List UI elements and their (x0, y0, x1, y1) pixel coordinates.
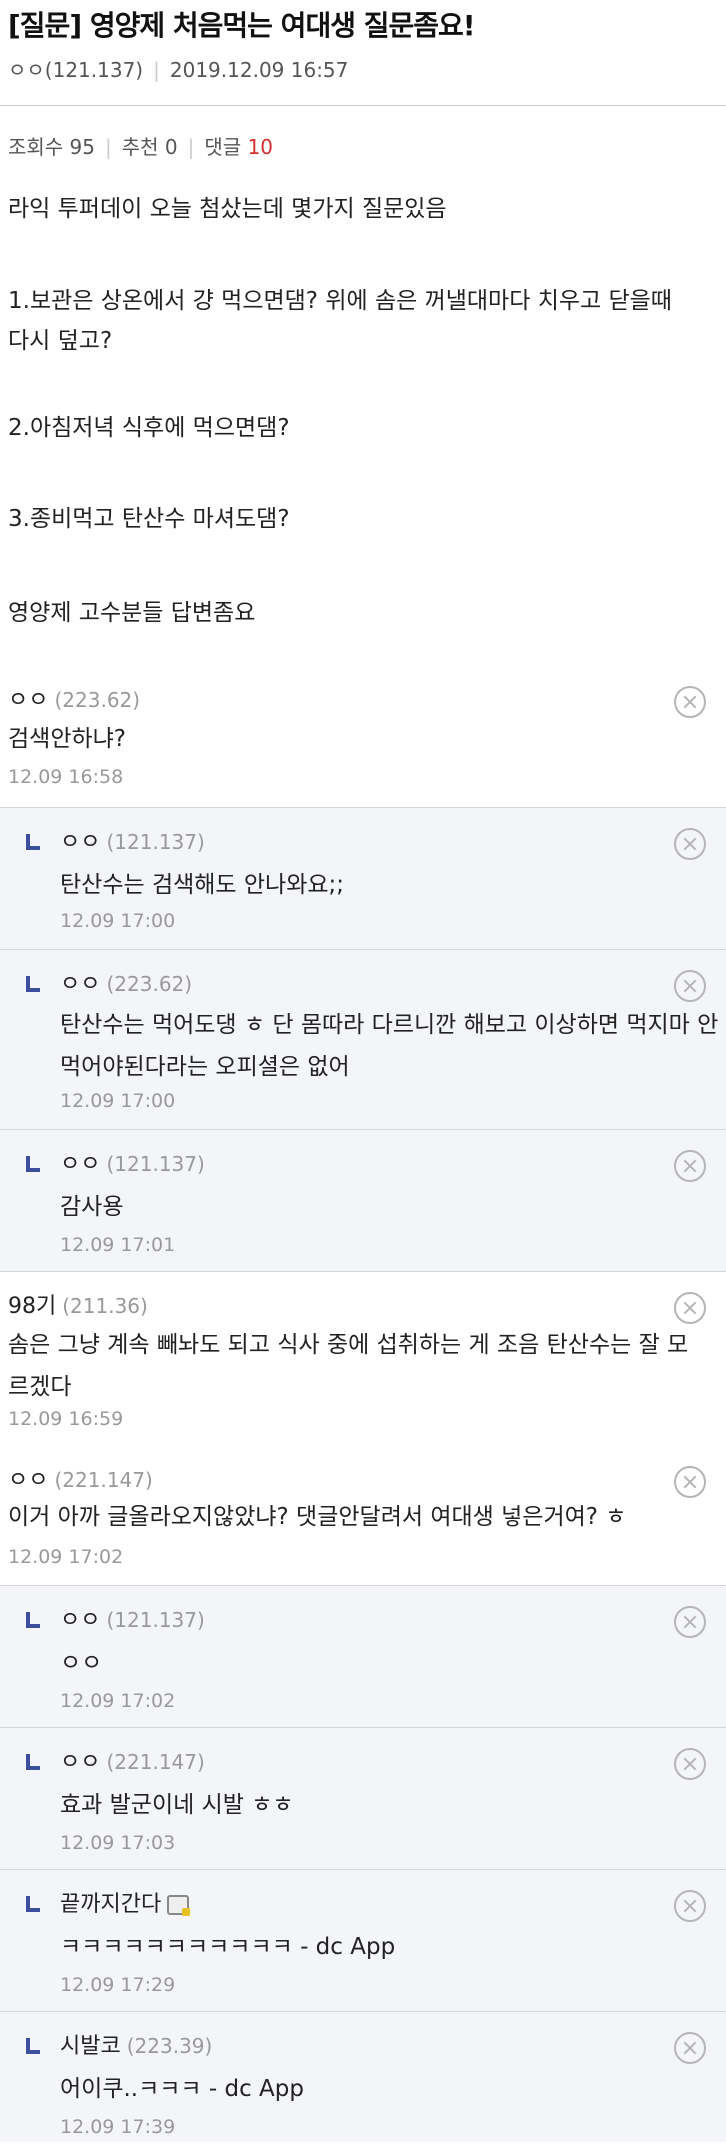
delete-comment-icon[interactable] (674, 970, 706, 1002)
comment-date: 12.09 16:59 (8, 1408, 124, 1430)
meta-divider: | (153, 58, 160, 82)
views-count: 조회수 95 (8, 135, 96, 159)
comment-item: ㅇㅇ (221.147) 이거 아까 글올라오지않았냐? 댓글안달려서 여대생 넣… (0, 1450, 726, 1586)
comment-text: 어이쿠..ㅋㅋㅋ - dc App (60, 2076, 304, 2102)
reply-item: ㅇㅇ (121.137) 감사용 12.09 17:01 (0, 1130, 726, 1272)
reply-arrow-icon (26, 1896, 40, 1912)
reply-item: ㅇㅇ (121.137) ㅇㅇ 12.09 17:02 (0, 1586, 726, 1728)
delete-comment-icon[interactable] (674, 1890, 706, 1922)
post-header: [질문] 영양제 처음먹는 여대생 질문좀요! ㅇㅇ(121.137) | 2019… (0, 0, 726, 106)
comment-date: 12.09 17:00 (60, 910, 176, 932)
reply-arrow-icon (26, 976, 40, 992)
reply-item: 끝까지간다 ㅋㅋㅋㅋㅋㅋㅋㅋㅋㅋㅋ - dc App 12.09 17:29 (0, 1870, 726, 2012)
comment-text: ㅇㅇ (60, 1650, 103, 1676)
comment-text: 감사용 (60, 1194, 124, 1220)
post-body-line: 라익 투퍼데이 오늘 첨샀는데 몇가지 질문있음 (8, 196, 447, 222)
comment-date: 12.09 17:02 (8, 1546, 124, 1568)
comment-text: 효과 발군이네 시발 ㅎㅎ (60, 1792, 294, 1818)
comment-text: 탄산수는 먹어도댕 ㅎ 단 몸따라 다르니깐 해보고 이상하면 먹지마 안먹어야… (60, 1012, 719, 1080)
post-body-line: 영양제 고수분들 답변좀요 (8, 600, 256, 626)
comment-author[interactable]: ㅇㅇ (221.147) (8, 1462, 153, 1494)
comment-list: ㅇㅇ (223.62) 검색안하냐? 12.09 16:58 ㅇㅇ (121.137… (0, 664, 726, 2142)
delete-comment-icon[interactable] (674, 2032, 706, 2064)
stats-divider: | (105, 135, 112, 159)
post-title: [질문] 영양제 처음먹는 여대생 질문좀요! (8, 9, 476, 42)
comment-author[interactable]: 끝까지간다 (60, 1886, 191, 1918)
app-icon (167, 1895, 191, 1916)
delete-comment-icon[interactable] (674, 1748, 706, 1780)
comment-item: ㅇㅇ (223.62) 검색안하냐? 12.09 16:58 (0, 664, 726, 808)
stats-divider: | (187, 135, 195, 159)
comment-text: 검색안하냐? (8, 726, 127, 752)
comment-item: 98기 (211.36) 솜은 그냥 계속 빼놔도 되고 식사 중에 섭취하는 게… (0, 1272, 726, 1450)
reply-item: ㅇㅇ (221.147) 효과 발군이네 시발 ㅎㅎ 12.09 17:03 (0, 1728, 726, 1870)
comment-date: 12.09 16:58 (8, 766, 124, 788)
comment-text: 이거 아까 글올라오지않았냐? 댓글안달려서 여대생 넣은거여? ㅎ (8, 1504, 627, 1530)
post-stats: 조회수 95 | 추천 0 | 댓글 10 (8, 131, 273, 160)
post-body-line: 2.아침저녁 식후에 먹으면댐? (8, 415, 290, 441)
comment-date: 12.09 17:39 (60, 2116, 176, 2138)
comment-date: 12.09 17:00 (60, 1090, 176, 1112)
reply-item: ㅇㅇ (121.137) 탄산수는 검색해도 안나와요;; 12.09 17:00 (0, 808, 726, 950)
comment-date: 12.09 17:29 (60, 1974, 176, 1996)
comment-author[interactable]: ㅇㅇ (223.62) (8, 682, 140, 714)
post-body-line: 3.종비먹고 탄산수 마셔도댐? (8, 506, 290, 532)
comment-author[interactable]: 98기 (211.36) (8, 1288, 148, 1320)
delete-comment-icon[interactable] (674, 828, 706, 860)
comment-author[interactable]: ㅇㅇ (223.62) (60, 966, 192, 998)
delete-comment-icon[interactable] (674, 1292, 706, 1324)
post-body-line: 다시 덮고? (8, 328, 113, 354)
reply-arrow-icon (26, 2038, 40, 2054)
reply-arrow-icon (26, 1754, 40, 1770)
comment-text: 탄산수는 검색해도 안나와요;; (60, 872, 345, 898)
comment-author[interactable]: ㅇㅇ (121.137) (60, 1146, 205, 1178)
post-author[interactable]: ㅇㅇ(121.137) (8, 58, 143, 82)
comment-author[interactable]: ㅇㅇ (221.147) (60, 1744, 205, 1776)
comment-author[interactable]: ㅇㅇ (121.137) (60, 1602, 205, 1634)
comment-author[interactable]: ㅇㅇ (121.137) (60, 824, 205, 856)
reply-arrow-icon (26, 1612, 40, 1628)
comment-date: 12.09 17:02 (60, 1690, 176, 1712)
reply-arrow-icon (26, 834, 40, 850)
post-meta: ㅇㅇ(121.137) | 2019.12.09 16:57 (8, 54, 348, 83)
comments-label: 댓글 (204, 135, 242, 159)
delete-comment-icon[interactable] (674, 1606, 706, 1638)
comment-date: 12.09 17:03 (60, 1832, 176, 1854)
comment-text: 솜은 그냥 계속 빼놔도 되고 식사 중에 섭취하는 게 조음 탄산수는 잘 모… (8, 1332, 689, 1400)
reply-arrow-icon (26, 1156, 40, 1172)
comment-text: ㅋㅋㅋㅋㅋㅋㅋㅋㅋㅋㅋ - dc App (60, 1934, 396, 1960)
comment-author[interactable]: 시발코 (223.39) (60, 2028, 212, 2060)
delete-comment-icon[interactable] (674, 1466, 706, 1498)
recommend-count: 추천 0 (121, 135, 178, 159)
delete-comment-icon[interactable] (674, 1150, 706, 1182)
delete-comment-icon[interactable] (674, 686, 706, 718)
comment-date: 12.09 17:01 (60, 1234, 176, 1256)
post-datetime: 2019.12.09 16:57 (169, 58, 349, 82)
comments-count: 10 (247, 135, 274, 159)
reply-item: 시발코 (223.39) 어이쿠..ㅋㅋㅋ - dc App 12.09 17:3… (0, 2012, 726, 2142)
reply-item: ㅇㅇ (223.62) 탄산수는 먹어도댕 ㅎ 단 몸따라 다르니깐 해보고 이상… (0, 950, 726, 1130)
